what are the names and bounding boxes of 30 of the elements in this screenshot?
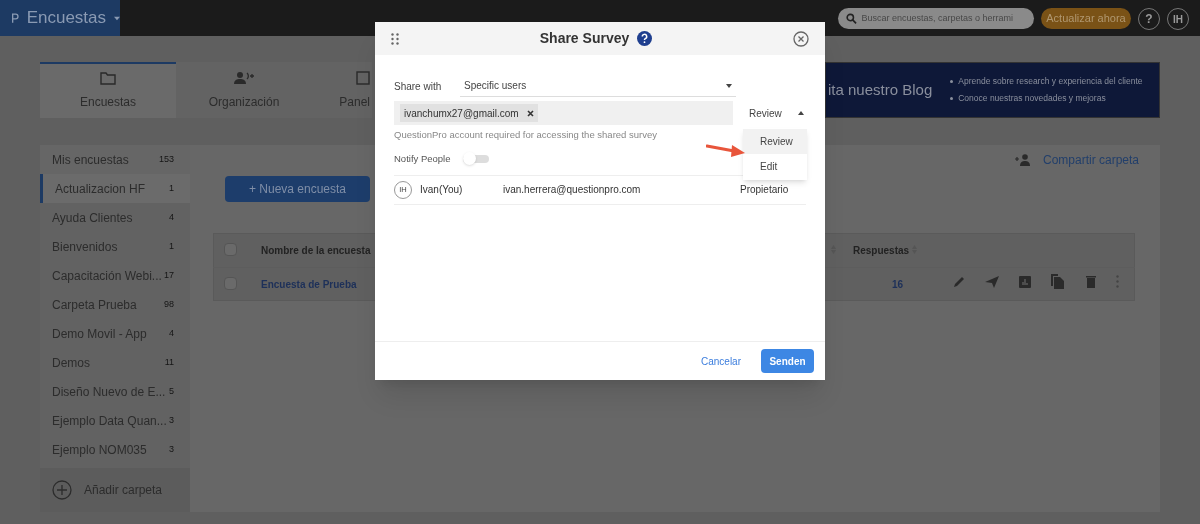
- user-email: ivan.herrera@questionpro.com: [503, 183, 642, 197]
- cancel-link[interactable]: Cancelar: [700, 353, 741, 369]
- user-name: Ivan(You): [420, 183, 464, 197]
- nav-tab[interactable]: Organización: [176, 62, 312, 118]
- banner-bullet: Conoce nuestras novedades y mejoras: [958, 92, 1106, 105]
- notify-label: Notify People: [394, 152, 451, 167]
- sidebar-item[interactable]: Actualizacion HF 1: [40, 174, 190, 203]
- send-button[interactable]: Senden: [761, 349, 814, 373]
- nav-tab[interactable]: Encuestas: [40, 62, 176, 118]
- share-folder-link[interactable]: Compartir carpeta: [1015, 151, 1140, 169]
- sidebar-item[interactable]: Mis encuestas 153: [40, 145, 190, 174]
- hint-text: QuestionPro account required for accessing the shared survey: [394, 128, 658, 142]
- new-survey-button[interactable]: + Nueva encuesta: [225, 176, 370, 202]
- share-with-dropdown[interactable]: Specific users: [460, 75, 736, 97]
- upgrade-button[interactable]: Actualizar ahora: [1041, 8, 1131, 29]
- share-with-label: Share with: [394, 79, 443, 94]
- permission-dropdown[interactable]: Review: [749, 105, 804, 121]
- recipient-chip[interactable]: ivanchumx27@gmail.com: [400, 104, 538, 122]
- user-role: Propietario: [740, 183, 789, 197]
- banner-title: ita nuestro Blog: [828, 79, 933, 100]
- banner-bullet: Aprende sobre research y experiencia del cliente: [958, 75, 1143, 88]
- survey-name-link[interactable]: Encuesta de Prueba: [261, 277, 357, 292]
- column-header[interactable]: Respuestas: [853, 243, 910, 258]
- response-count: 16: [892, 278, 904, 292]
- permission-option[interactable]: Edit: [743, 154, 807, 179]
- recipients-field[interactable]: ivanchumx27@gmail.com: [394, 101, 733, 125]
- column-header[interactable]: Nombre de la encuesta: [261, 243, 371, 258]
- permission-option[interactable]: Review: [743, 129, 807, 154]
- dialog-title: Share Survey: [539, 29, 630, 48]
- product-menu-button[interactable]: Encuestas: [0, 0, 120, 36]
